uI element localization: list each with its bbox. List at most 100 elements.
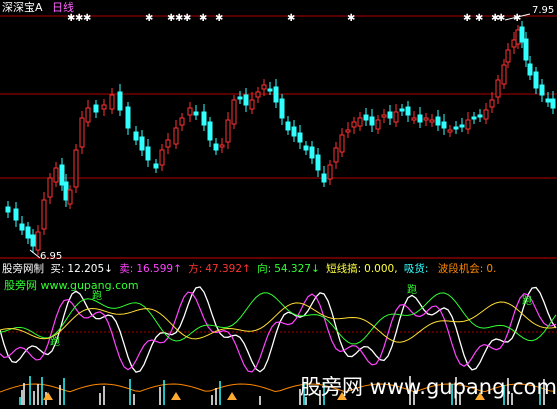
indicator-name[interactable]: 股旁网制 [2, 263, 44, 275]
candle-body [381, 114, 387, 118]
candle-body [511, 39, 517, 48]
candle-body [527, 63, 533, 76]
candle-body [539, 84, 545, 96]
candle-body [550, 98, 556, 109]
candle-body [13, 208, 19, 221]
candle-body [41, 199, 47, 230]
candle-body [369, 116, 375, 126]
candle-body [193, 111, 199, 116]
candle-body [429, 119, 435, 123]
candle-body [173, 127, 179, 145]
candle-body [375, 119, 381, 130]
candle-body [489, 99, 495, 108]
sell-label: 卖: [119, 263, 134, 275]
candle-body [279, 98, 285, 119]
candle-body [117, 91, 123, 111]
candle-body [249, 99, 255, 110]
buy-triangle [43, 392, 53, 400]
candlestick-chart: ✱ ✱ ✱ ✱ ✱ ✱ ✱ ✱ ✱ ✱ ✱ ✱ ✱ ✱✱ ✱ [0, 13, 557, 405]
star-marker: ✱ [497, 13, 505, 24]
candle-body [139, 136, 145, 151]
candle-body [101, 104, 107, 110]
candle-body [533, 71, 539, 89]
short-label: 短线搞: [326, 263, 362, 275]
candle-body [351, 121, 357, 128]
candle-body [85, 107, 91, 123]
dir-value: 54.327↓ [274, 263, 320, 275]
star-marker: ✱ [183, 13, 191, 24]
candle-body [423, 117, 429, 121]
run-label-1: 跑 [92, 291, 102, 302]
candle-body [133, 131, 139, 141]
candle-body [261, 84, 267, 90]
star-marker: ✱ [347, 13, 355, 24]
short-value: 0.000, [364, 263, 398, 275]
candle-body [273, 86, 279, 103]
candle-body [165, 139, 171, 148]
candle-body [25, 226, 31, 239]
star-marker: ✱ [513, 13, 521, 24]
run-label-4: 跑 [522, 296, 532, 307]
candle-body [465, 119, 471, 130]
candle-body [459, 124, 465, 128]
candle-body [219, 144, 225, 148]
candle-body [441, 121, 447, 129]
candle-body [405, 106, 411, 116]
candle-body [59, 164, 65, 186]
candle-body [213, 143, 219, 151]
candle-body [237, 96, 243, 100]
candle-body [519, 26, 525, 43]
candle-body [79, 117, 85, 148]
star-marker: ✱ [83, 13, 91, 24]
candle-body [291, 126, 297, 137]
dir-label: 向: [257, 263, 272, 275]
candle-body [545, 98, 551, 103]
candle-body [153, 163, 159, 169]
candle-body [393, 111, 399, 123]
candle-body [333, 147, 339, 163]
candle-body [387, 111, 393, 119]
candle-body [179, 117, 185, 126]
candle-body [453, 126, 459, 130]
candle-body [447, 129, 453, 133]
candle-body [297, 132, 303, 143]
site-watermark-large: 股旁网 www.gupang.com [300, 375, 557, 399]
candle-body [201, 111, 207, 126]
run-label-3: 跑 [407, 285, 417, 296]
candle-body [495, 79, 501, 98]
candle-body [5, 206, 11, 213]
candle-body [19, 223, 25, 231]
candle-body [505, 49, 511, 63]
star-marker: ✱ [215, 13, 223, 24]
wave-value: 0. [486, 263, 497, 275]
buy-triangle [171, 392, 181, 400]
sell-value: 16.599↑ [136, 263, 182, 275]
candle-body [109, 94, 115, 110]
price-high-label: 7.95 [532, 5, 555, 16]
buy-label: 买: [50, 263, 65, 275]
candle-body [47, 177, 53, 198]
side-label: 方: [188, 263, 203, 275]
candle-body [315, 154, 321, 171]
star-marker: ✱ [145, 13, 153, 24]
star-marker: ✱ [475, 13, 483, 24]
candle-body [145, 146, 151, 161]
candle-body [471, 116, 477, 120]
candle-body [357, 117, 363, 127]
candle-body [243, 94, 249, 106]
buy-triangle [227, 392, 237, 400]
site-watermark-small: 股旁网 www.gupang.com [4, 279, 139, 292]
candle-body [35, 231, 41, 251]
candle-body [327, 164, 333, 180]
candle-body [125, 106, 131, 129]
buy-value: 12.205↓ [67, 263, 113, 275]
candle-body [501, 64, 507, 85]
star-marker: ✱ [287, 13, 295, 24]
candle-body [417, 114, 423, 123]
star-marker: ✱ [463, 13, 471, 24]
candle-body [187, 107, 193, 116]
candle-body [73, 149, 79, 188]
candle-body [231, 99, 237, 125]
candle-body [303, 145, 309, 151]
candle-body [515, 29, 521, 45]
